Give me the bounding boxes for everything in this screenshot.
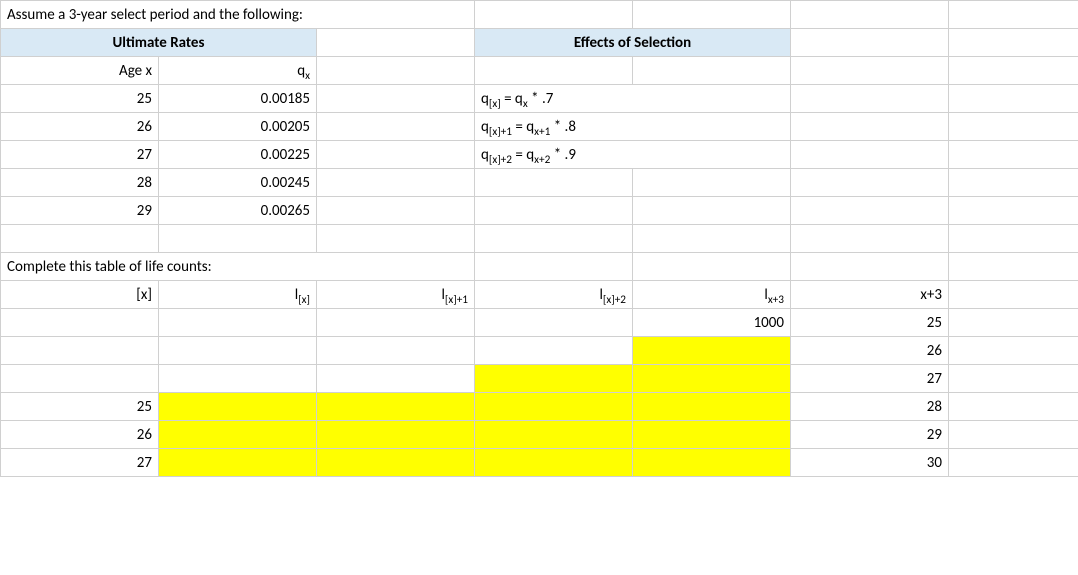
lx3-cell[interactable] bbox=[633, 393, 791, 421]
effects-formula: q[x]+1 = qx+1 * .8 bbox=[475, 113, 791, 141]
col-lx3: lx+3 bbox=[633, 281, 791, 309]
lx1-cell[interactable] bbox=[317, 309, 475, 337]
qx-label: qx bbox=[159, 57, 317, 85]
x-cell[interactable]: 27 bbox=[1, 449, 159, 477]
qx-cell[interactable]: 0.00265 bbox=[159, 197, 317, 225]
col-lx2: l[x]+2 bbox=[475, 281, 633, 309]
lx1-cell[interactable] bbox=[317, 393, 475, 421]
age-cell[interactable]: 29 bbox=[1, 197, 159, 225]
complete-table-label: Complete this table of life counts: bbox=[1, 253, 475, 281]
lx-cell[interactable] bbox=[159, 309, 317, 337]
spreadsheet-grid: Assume a 3-year select period and the fo… bbox=[0, 0, 1078, 477]
lx3-cell[interactable]: 1000 bbox=[633, 309, 791, 337]
qx-cell[interactable]: 0.00185 bbox=[159, 85, 317, 113]
x-cell[interactable] bbox=[1, 337, 159, 365]
lx3-cell[interactable] bbox=[633, 421, 791, 449]
qx-cell[interactable]: 0.00225 bbox=[159, 141, 317, 169]
age-x-label: Age x bbox=[1, 57, 159, 85]
xp3-cell[interactable]: 28 bbox=[791, 393, 949, 421]
col-lx: l[x] bbox=[159, 281, 317, 309]
effects-header: Effects of Selection bbox=[475, 29, 791, 57]
lx1-cell[interactable] bbox=[317, 421, 475, 449]
xp3-cell[interactable]: 26 bbox=[791, 337, 949, 365]
age-cell[interactable]: 28 bbox=[1, 169, 159, 197]
lx3-cell[interactable] bbox=[633, 365, 791, 393]
lx3-cell[interactable] bbox=[633, 449, 791, 477]
lx-cell[interactable] bbox=[159, 449, 317, 477]
x-cell[interactable]: 25 bbox=[1, 393, 159, 421]
lx2-cell[interactable] bbox=[475, 449, 633, 477]
ultimate-rates-header: Ultimate Rates bbox=[1, 29, 317, 57]
xp3-cell[interactable]: 30 bbox=[791, 449, 949, 477]
lx-cell[interactable] bbox=[159, 337, 317, 365]
lx2-cell[interactable] bbox=[475, 337, 633, 365]
lx2-cell[interactable] bbox=[475, 421, 633, 449]
effects-formula: q[x]+2 = qx+2 * .9 bbox=[475, 141, 791, 169]
age-cell[interactable]: 25 bbox=[1, 85, 159, 113]
qx-cell[interactable]: 0.00205 bbox=[159, 113, 317, 141]
x-cell[interactable]: 26 bbox=[1, 421, 159, 449]
lx-cell[interactable] bbox=[159, 393, 317, 421]
x-cell[interactable] bbox=[1, 365, 159, 393]
xp3-cell[interactable]: 29 bbox=[791, 421, 949, 449]
lx1-cell[interactable] bbox=[317, 365, 475, 393]
col-xp3: x+3 bbox=[791, 281, 949, 309]
effects-formula: q[x] = qx * .7 bbox=[475, 85, 791, 113]
lx3-cell[interactable] bbox=[633, 337, 791, 365]
lx-cell[interactable] bbox=[159, 421, 317, 449]
xp3-cell[interactable]: 25 bbox=[791, 309, 949, 337]
lx1-cell[interactable] bbox=[317, 337, 475, 365]
lx2-cell[interactable] bbox=[475, 309, 633, 337]
col-x: [x] bbox=[1, 281, 159, 309]
age-cell[interactable]: 27 bbox=[1, 141, 159, 169]
lx-cell[interactable] bbox=[159, 365, 317, 393]
lx2-cell[interactable] bbox=[475, 393, 633, 421]
page-title: Assume a 3-year select period and the fo… bbox=[1, 1, 475, 29]
xp3-cell[interactable]: 27 bbox=[791, 365, 949, 393]
x-cell[interactable] bbox=[1, 309, 159, 337]
age-cell[interactable]: 26 bbox=[1, 113, 159, 141]
lx1-cell[interactable] bbox=[317, 449, 475, 477]
qx-cell[interactable]: 0.00245 bbox=[159, 169, 317, 197]
col-lx1: l[x]+1 bbox=[317, 281, 475, 309]
lx2-cell[interactable] bbox=[475, 365, 633, 393]
